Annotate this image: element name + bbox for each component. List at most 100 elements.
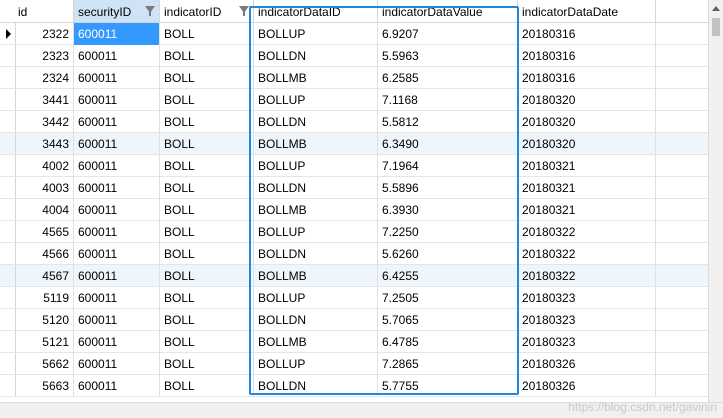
cell-id[interactable]: 3441 — [16, 89, 74, 111]
cell-indicatordatavalue[interactable]: 6.3490 — [378, 133, 518, 155]
cell-indicatordataid[interactable]: BOLLUP — [254, 221, 378, 243]
row-selector[interactable] — [0, 89, 16, 110]
cell-indicatordatadate[interactable]: 20180322 — [518, 265, 656, 287]
cell-id[interactable]: 4003 — [16, 177, 74, 199]
cell-indicatordatadate[interactable]: 20180323 — [518, 331, 656, 353]
cell-id[interactable]: 2324 — [16, 67, 74, 89]
column-header-indicatorid[interactable]: indicatorID — [160, 0, 254, 22]
cell-id[interactable]: 4565 — [16, 221, 74, 243]
scroll-thumb[interactable] — [712, 18, 720, 36]
cell-securityid[interactable]: 600011 — [74, 23, 160, 45]
cell-indicatordataid[interactable]: BOLLDN — [254, 177, 378, 199]
table-row[interactable]: 3443 600011 BOLL BOLLMB 6.3490 20180320 — [0, 133, 708, 155]
row-selector[interactable] — [0, 45, 16, 66]
scroll-up-icon[interactable] — [712, 6, 720, 11]
column-header-securityid[interactable]: securityID — [74, 0, 160, 22]
cell-indicatordatadate[interactable]: 20180321 — [518, 199, 656, 221]
cell-indicatorid[interactable]: BOLL — [160, 287, 254, 309]
row-selector[interactable] — [0, 287, 16, 308]
row-selector[interactable] — [0, 155, 16, 176]
table-row[interactable]: 5119 600011 BOLL BOLLUP 7.2505 20180323 — [0, 287, 708, 309]
cell-indicatordatavalue[interactable]: 5.5896 — [378, 177, 518, 199]
cell-id[interactable]: 5662 — [16, 353, 74, 375]
cell-securityid[interactable]: 600011 — [74, 331, 160, 353]
cell-securityid[interactable]: 600011 — [74, 287, 160, 309]
table-row[interactable]: 2324 600011 BOLL BOLLMB 6.2585 20180316 — [0, 67, 708, 89]
cell-indicatordatavalue[interactable]: 7.2505 — [378, 287, 518, 309]
cell-id[interactable]: 3443 — [16, 133, 74, 155]
cell-id[interactable]: 5120 — [16, 309, 74, 331]
cell-securityid[interactable]: 600011 — [74, 133, 160, 155]
cell-indicatordataid[interactable]: BOLLDN — [254, 45, 378, 67]
cell-indicatordatadate[interactable]: 20180323 — [518, 309, 656, 331]
cell-indicatordatadate[interactable]: 20180320 — [518, 133, 656, 155]
cell-indicatorid[interactable]: BOLL — [160, 309, 254, 331]
cell-indicatordatavalue[interactable]: 6.4255 — [378, 265, 518, 287]
column-header-indicatordatavalue[interactable]: indicatorDataValue — [378, 0, 518, 22]
cell-id[interactable]: 3442 — [16, 111, 74, 133]
table-row[interactable]: 4567 600011 BOLL BOLLMB 6.4255 20180322 — [0, 265, 708, 287]
cell-id[interactable]: 4567 — [16, 265, 74, 287]
cell-securityid[interactable]: 600011 — [74, 375, 160, 397]
cell-indicatorid[interactable]: BOLL — [160, 353, 254, 375]
cell-securityid[interactable]: 600011 — [74, 353, 160, 375]
cell-indicatordataid[interactable]: BOLLDN — [254, 309, 378, 331]
filter-icon[interactable] — [145, 6, 155, 16]
cell-securityid[interactable]: 600011 — [74, 67, 160, 89]
cell-id[interactable]: 5119 — [16, 287, 74, 309]
cell-id[interactable]: 2322 — [16, 23, 74, 45]
cell-indicatordatavalue[interactable]: 5.7065 — [378, 309, 518, 331]
row-selector[interactable] — [0, 199, 16, 220]
row-selector[interactable] — [0, 177, 16, 198]
cell-indicatordataid[interactable]: BOLLUP — [254, 155, 378, 177]
column-header-id[interactable]: id — [0, 0, 74, 22]
cell-indicatordatadate[interactable]: 20180322 — [518, 221, 656, 243]
table-row[interactable]: 3442 600011 BOLL BOLLDN 5.5812 20180320 — [0, 111, 708, 133]
cell-indicatorid[interactable]: BOLL — [160, 177, 254, 199]
row-selector[interactable] — [0, 243, 16, 264]
row-selector[interactable] — [0, 353, 16, 374]
cell-id[interactable]: 5121 — [16, 331, 74, 353]
cell-indicatordatavalue[interactable]: 7.2865 — [378, 353, 518, 375]
cell-indicatordatadate[interactable]: 20180326 — [518, 375, 656, 397]
cell-securityid[interactable]: 600011 — [74, 177, 160, 199]
cell-indicatordatavalue[interactable]: 5.6260 — [378, 243, 518, 265]
cell-indicatorid[interactable]: BOLL — [160, 243, 254, 265]
cell-indicatordataid[interactable]: BOLLMB — [254, 265, 378, 287]
cell-id[interactable]: 2323 — [16, 45, 74, 67]
table-row[interactable]: 3441 600011 BOLL BOLLUP 7.1168 20180320 — [0, 89, 708, 111]
row-selector[interactable] — [0, 67, 16, 88]
cell-indicatordatadate[interactable]: 20180323 — [518, 287, 656, 309]
row-selector[interactable] — [0, 23, 16, 44]
cell-securityid[interactable]: 600011 — [74, 45, 160, 67]
cell-id[interactable]: 5663 — [16, 375, 74, 397]
cell-indicatordatadate[interactable]: 20180322 — [518, 243, 656, 265]
cell-indicatordatavalue[interactable]: 5.5963 — [378, 45, 518, 67]
vertical-scrollbar[interactable] — [708, 0, 723, 402]
column-header-indicatordatadate[interactable]: indicatorDataDate — [518, 0, 656, 22]
cell-securityid[interactable]: 600011 — [74, 221, 160, 243]
row-selector[interactable] — [0, 375, 16, 396]
cell-indicatordataid[interactable]: BOLLMB — [254, 199, 378, 221]
cell-indicatordataid[interactable]: BOLLDN — [254, 375, 378, 397]
cell-indicatordataid[interactable]: BOLLUP — [254, 353, 378, 375]
cell-indicatordataid[interactable]: BOLLUP — [254, 287, 378, 309]
cell-indicatorid[interactable]: BOLL — [160, 155, 254, 177]
table-row[interactable]: 5120 600011 BOLL BOLLDN 5.7065 20180323 — [0, 309, 708, 331]
cell-indicatordatavalue[interactable]: 6.3930 — [378, 199, 518, 221]
filter-icon[interactable] — [239, 6, 249, 16]
cell-indicatordatadate[interactable]: 20180321 — [518, 177, 656, 199]
cell-indicatorid[interactable]: BOLL — [160, 221, 254, 243]
cell-id[interactable]: 4002 — [16, 155, 74, 177]
cell-indicatordataid[interactable]: BOLLUP — [254, 23, 378, 45]
table-row[interactable]: 4566 600011 BOLL BOLLDN 5.6260 20180322 — [0, 243, 708, 265]
row-selector[interactable] — [0, 221, 16, 242]
table-row[interactable]: 4565 600011 BOLL BOLLUP 7.2250 20180322 — [0, 221, 708, 243]
cell-indicatordatadate[interactable]: 20180326 — [518, 353, 656, 375]
cell-indicatordatadate[interactable]: 20180321 — [518, 155, 656, 177]
cell-indicatorid[interactable]: BOLL — [160, 23, 254, 45]
cell-indicatorid[interactable]: BOLL — [160, 133, 254, 155]
row-selector[interactable] — [0, 309, 16, 330]
cell-indicatorid[interactable]: BOLL — [160, 331, 254, 353]
cell-securityid[interactable]: 600011 — [74, 155, 160, 177]
